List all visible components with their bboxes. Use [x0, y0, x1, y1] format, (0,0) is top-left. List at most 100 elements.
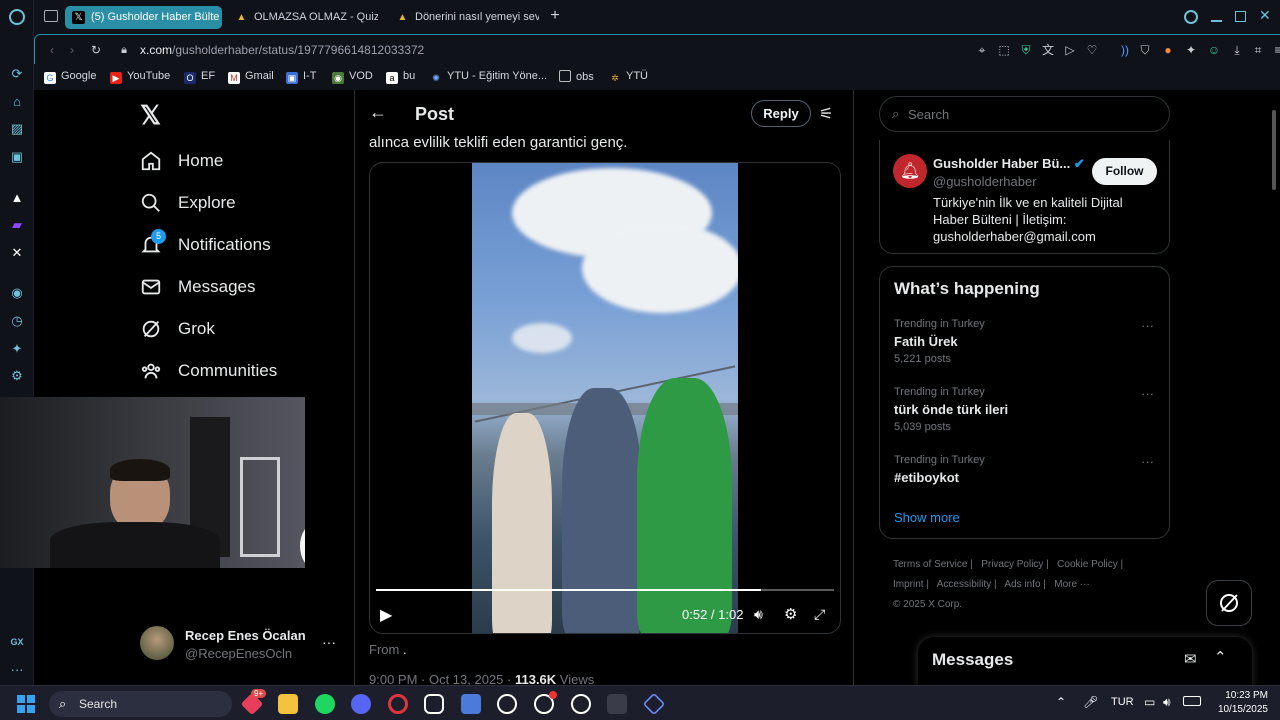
speaker-icon[interactable]: 🔊︎	[1163, 695, 1171, 710]
video-settings-icon[interactable]: ⚙	[784, 605, 797, 623]
footer-link[interactable]: More ···	[1054, 579, 1090, 590]
search-box[interactable]: ⌕ Search	[879, 96, 1170, 132]
nav-messages[interactable]: Messages	[140, 272, 255, 302]
bookmark-it[interactable]: ▣ I-T	[286, 70, 316, 84]
footer-link[interactable]: Terms of Service	[893, 559, 967, 570]
footer-link[interactable]: Accessibility	[937, 579, 991, 590]
pin-icon[interactable]: ⌖	[975, 43, 989, 57]
settings-icon[interactable]: ⚙	[9, 368, 25, 384]
battery-icon[interactable]	[1183, 696, 1201, 706]
tray-chevron-icon[interactable]: ⌃	[1056, 695, 1066, 709]
translate-icon[interactable]: 文	[1041, 43, 1055, 57]
nav-communities[interactable]: Communities	[140, 356, 277, 386]
browser-search-icon[interactable]	[1184, 10, 1198, 24]
tab-active[interactable]: 𝕏 (5) Gusholder Haber Bülte	[65, 6, 222, 29]
x-logo-icon[interactable]: 𝕏	[140, 102, 166, 128]
footer-link[interactable]: Cookie Policy	[1057, 559, 1118, 570]
app-g-icon[interactable]	[497, 694, 517, 714]
lock-icon[interactable]: 🔒︎	[117, 43, 131, 57]
extension-orange-icon[interactable]: ●	[1161, 43, 1175, 57]
cube-icon[interactable]: ▨	[9, 121, 25, 137]
vpn-icon[interactable]: ))	[1118, 43, 1132, 57]
trend-item[interactable]: Trending in Turkey Fatih Ürek 5,221 posts ·…	[894, 318, 1154, 365]
video-progress[interactable]	[376, 589, 834, 591]
video-frame[interactable]	[472, 163, 738, 633]
messenger-icon[interactable]: ▣	[9, 149, 25, 165]
bookmark-ytu[interactable]: ✺ YTU - Eğitim Yöne...	[430, 70, 547, 84]
back-arrow-icon[interactable]: ←	[369, 102, 387, 123]
follow-button[interactable]: Follow	[1092, 158, 1157, 185]
trend-more-icon[interactable]: ···	[1141, 386, 1154, 401]
spotify-icon[interactable]	[315, 694, 335, 714]
reply-button[interactable]: Reply	[751, 100, 811, 127]
download-icon[interactable]: ⤓	[1230, 43, 1244, 57]
close-window-icon[interactable]: ✕	[1259, 7, 1271, 24]
snapshot-icon[interactable]: ⬚	[997, 43, 1011, 57]
gx-label[interactable]: GX	[7, 634, 27, 650]
post-timestamp[interactable]: 9:00 PM · Oct 13, 2025 ·	[369, 672, 515, 685]
trend-more-icon[interactable]: ···	[1141, 318, 1154, 333]
video-player[interactable]: ▶ 0:52 / 1:02 🔊︎ ⚙ ⤢	[369, 162, 841, 634]
trend-more-icon[interactable]: ···	[1141, 454, 1154, 469]
profile-icon[interactable]: ☺	[1207, 43, 1221, 57]
bookmark-google[interactable]: G Google	[44, 70, 96, 84]
bookmark-gmail[interactable]: M Gmail	[228, 70, 274, 84]
maximize-icon[interactable]	[1235, 11, 1246, 22]
new-tab-button[interactable]: +	[547, 8, 563, 24]
puzzle-icon[interactable]: ✦	[1184, 43, 1198, 57]
opera-gx-icon[interactable]	[388, 694, 408, 714]
footer-link[interactable]: Imprint	[893, 579, 924, 590]
bookmark-youtube[interactable]: ▶ YouTube	[110, 70, 170, 84]
bookmark-ef[interactable]: O EF	[184, 70, 215, 84]
file-explorer-icon[interactable]	[278, 694, 298, 714]
profile-name[interactable]: Gusholder Haber Bü... ✔	[933, 156, 1085, 172]
history-icon[interactable]: ◷	[9, 313, 25, 329]
obs-icon[interactable]	[571, 694, 591, 714]
app-cloud-icon[interactable]	[424, 694, 444, 714]
account-name[interactable]: Recep Enes Öcalan	[185, 628, 306, 643]
extensions-icon[interactable]: ✦	[9, 341, 25, 357]
tab-overview-icon[interactable]	[44, 10, 58, 22]
language-indicator[interactable]: TUR	[1111, 696, 1134, 708]
nav-grok[interactable]: Grok	[140, 314, 215, 344]
arc-icon[interactable]: ▲	[9, 190, 25, 206]
scrollbar-thumb[interactable]	[1272, 110, 1276, 190]
heart-icon[interactable]: ♡	[1085, 43, 1099, 57]
refresh-app-icon[interactable]: ⟳	[9, 66, 25, 82]
network-icon[interactable]: ▭	[1144, 695, 1155, 709]
new-message-icon[interactable]: ✉	[1184, 650, 1197, 668]
nav-home[interactable]: Home	[140, 146, 223, 176]
capture-icon[interactable]: ⌗	[1251, 43, 1265, 57]
fullscreen-icon[interactable]: ⤢	[814, 606, 825, 623]
clock[interactable]: 10:23 PM 10/15/2025	[1210, 689, 1268, 717]
nav-explore[interactable]: Explore	[140, 188, 236, 218]
trend-item[interactable]: Trending in Turkey türk önde türk ileri 5,…	[894, 386, 1154, 433]
footer-link[interactable]: Ads info	[1004, 579, 1040, 590]
trend-item[interactable]: Trending in Turkey #etiboykot ···	[894, 454, 1154, 485]
adblock-icon[interactable]: ⛉	[1138, 43, 1152, 57]
grok-fab-button[interactable]	[1206, 580, 1252, 626]
sliders-icon[interactable]: ⚟	[819, 104, 833, 124]
tab-quiz[interactable]: ▲ OLMAZSA OLMAZ - Quiz	[228, 6, 378, 29]
messages-drawer[interactable]: Messages ✉ ⌃	[918, 637, 1252, 685]
footer-link[interactable]: Privacy Policy	[981, 559, 1043, 570]
mic-icon[interactable]: 🎤︎	[1083, 695, 1098, 709]
shield-check-icon[interactable]: ⛨	[1019, 43, 1033, 57]
nav-notifications[interactable]: 5 Notifications	[140, 229, 271, 260]
reload-icon[interactable]: ↻	[89, 43, 103, 57]
send-icon[interactable]: ▷	[1063, 43, 1077, 57]
discord-icon[interactable]	[351, 694, 371, 714]
app-network-icon[interactable]	[461, 694, 481, 714]
account-more-icon[interactable]: ···	[322, 634, 336, 650]
url-field[interactable]: x.com/gusholderhaber/status/197779661481…	[140, 43, 424, 57]
bookmark-ytu2[interactable]: ✲ YTÜ	[609, 70, 648, 84]
windows-start-icon[interactable]	[17, 695, 35, 713]
expand-icon[interactable]: ⌃	[1214, 648, 1227, 666]
taskbar-search[interactable]: ⌕ Search	[49, 691, 232, 717]
minimize-icon[interactable]	[1211, 20, 1222, 22]
forward-icon[interactable]: ›	[65, 43, 79, 57]
from-value[interactable]: .	[403, 642, 407, 657]
volume-icon[interactable]: 🔊︎	[754, 606, 763, 623]
opera-logo-icon[interactable]	[9, 9, 25, 25]
avatar[interactable]	[140, 626, 174, 660]
